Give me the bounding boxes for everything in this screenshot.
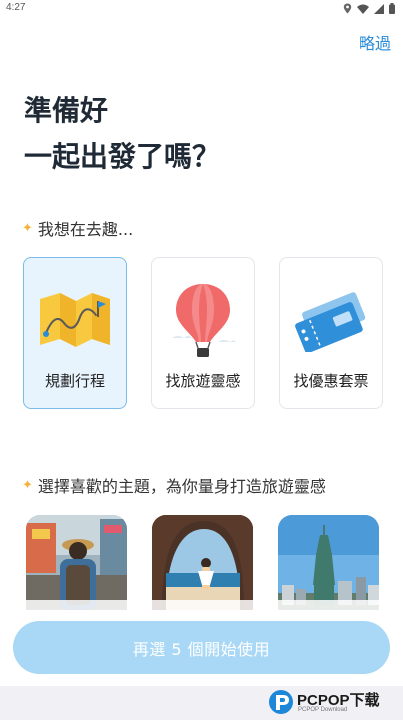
status-time: 4:27 bbox=[6, 2, 26, 13]
goal-card-label: 找優惠套票 bbox=[293, 372, 369, 390]
watermark-logo: PCPOP下载 PCPOP Download bbox=[267, 687, 395, 717]
backpacker-street-photo bbox=[26, 515, 127, 610]
section-heading-themes-label: 選擇喜歡的主題，為你量身打造旅遊靈感 bbox=[37, 477, 326, 496]
status-bar: 4:27 bbox=[0, 0, 403, 18]
theme-card-beach-arch[interactable] bbox=[152, 515, 253, 610]
goal-card-package-deals[interactable]: 找優惠套票 bbox=[279, 257, 383, 409]
battery-icon bbox=[389, 3, 395, 14]
watermark-subtext: PCPOP Download bbox=[298, 707, 348, 713]
start-button[interactable]: 再選 5 個開始使用 bbox=[13, 621, 390, 674]
hot-air-balloon-icon bbox=[163, 280, 243, 360]
page-title: 準備好 一起出發了嗎？ bbox=[24, 88, 220, 180]
status-icons bbox=[343, 3, 395, 14]
theme-card-taipei-skyline[interactable] bbox=[278, 515, 379, 610]
section-heading-goals-label: 我想在去趣... bbox=[37, 220, 134, 239]
wifi-icon bbox=[357, 4, 369, 14]
location-icon bbox=[343, 3, 352, 14]
theme-options bbox=[26, 515, 379, 610]
sparkle-icon: ✦ bbox=[22, 477, 33, 493]
ticket-icon bbox=[291, 280, 371, 360]
folded-map-icon bbox=[35, 280, 115, 360]
taipei-101-skyline-photo bbox=[278, 515, 379, 610]
goal-card-label: 規劃行程 bbox=[44, 372, 105, 390]
title-line-1: 準備好 bbox=[24, 94, 109, 127]
goal-card-travel-inspiration[interactable]: 找旅遊靈感 bbox=[151, 257, 255, 409]
goal-options: 規劃行程 找旅遊靈感 找優惠套票 bbox=[23, 257, 383, 409]
title-line-2: 一起出發了嗎？ bbox=[24, 140, 221, 173]
goal-card-label: 找旅遊靈感 bbox=[165, 372, 241, 390]
sparkle-icon: ✦ bbox=[22, 220, 33, 236]
theme-card-backpacker-street[interactable] bbox=[26, 515, 127, 610]
section-heading-goals: ✦ 我想在去趣... bbox=[22, 216, 133, 240]
skip-button[interactable]: 略過 bbox=[359, 30, 391, 54]
signal-icon bbox=[374, 3, 384, 14]
goal-card-plan-itinerary[interactable]: 規劃行程 bbox=[23, 257, 127, 409]
rock-arch-beach-photo bbox=[152, 515, 253, 610]
section-heading-themes: ✦ 選擇喜歡的主題，為你量身打造旅遊靈感 bbox=[22, 473, 326, 497]
cta-area: 再選 5 個開始使用 bbox=[0, 600, 403, 686]
